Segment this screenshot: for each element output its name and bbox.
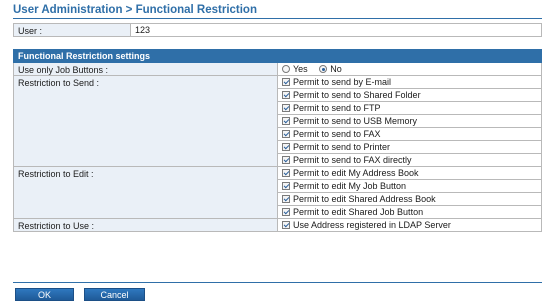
permit-send-printer-label: Permit to send to Printer [293, 142, 391, 152]
use-only-job-buttons-row: Use only Job Buttons : Yes No [13, 62, 542, 76]
restriction-to-send-label: Restriction to Send : [13, 75, 278, 167]
permit-edit-my-address-book-checkbox[interactable] [282, 169, 290, 177]
permit-edit-shared-address-book-label: Permit to edit Shared Address Book [293, 194, 436, 204]
settings-header: Functional Restriction settings [13, 49, 542, 63]
permit-edit-shared-job-button-checkbox[interactable] [282, 208, 290, 216]
yes-option[interactable]: Yes [282, 64, 308, 74]
permit-send-fax-direct-checkbox[interactable] [282, 156, 290, 164]
use-only-job-buttons-label: Use only Job Buttons : [13, 62, 278, 76]
permit-send-printer-checkbox[interactable] [282, 143, 290, 151]
permit-send-email-checkbox[interactable] [282, 78, 290, 86]
permit-send-shared-folder-checkbox[interactable] [282, 91, 290, 99]
permit-send-email-option[interactable]: Permit to send by E-mail [277, 75, 542, 89]
permit-send-ftp-checkbox[interactable] [282, 104, 290, 112]
bottom-divider [13, 282, 542, 283]
use-ldap-address-label: Use Address registered in LDAP Server [293, 220, 451, 230]
cancel-button[interactable]: Cancel [84, 288, 145, 301]
use-only-job-buttons-options: Yes No [277, 62, 542, 76]
ok-button[interactable]: OK [15, 288, 74, 301]
permit-send-fax-label: Permit to send to FAX [293, 129, 381, 139]
permit-send-usb-checkbox[interactable] [282, 117, 290, 125]
permit-edit-my-job-button-checkbox[interactable] [282, 182, 290, 190]
user-table: User : 123 [13, 23, 542, 37]
permit-send-ftp-option[interactable]: Permit to send to FTP [277, 101, 542, 115]
title-divider [13, 18, 542, 19]
permit-send-usb-label: Permit to send to USB Memory [293, 116, 418, 126]
permit-send-fax-direct-label: Permit to send to FAX directly [293, 155, 412, 165]
permit-edit-shared-address-book-checkbox[interactable] [282, 195, 290, 203]
edit-row-my-address-book: Restriction to Edit : Permit to edit My … [13, 166, 542, 219]
yes-label: Yes [293, 64, 308, 74]
restriction-to-edit-label: Restriction to Edit : [13, 166, 278, 219]
send-row-email: Restriction to Send : Permit to send by … [13, 75, 542, 167]
no-radio[interactable] [319, 65, 328, 73]
settings-header-row: Functional Restriction settings [13, 49, 542, 63]
user-label: User : [13, 23, 131, 37]
yes-radio[interactable] [282, 65, 290, 73]
permit-edit-shared-job-button-option[interactable]: Permit to edit Shared Job Button [277, 205, 542, 219]
permit-send-shared-folder-label: Permit to send to Shared Folder [293, 90, 421, 100]
permit-edit-my-job-button-option[interactable]: Permit to edit My Job Button [277, 179, 542, 193]
permit-send-shared-folder-option[interactable]: Permit to send to Shared Folder [277, 88, 542, 102]
use-ldap-address-option[interactable]: Use Address registered in LDAP Server [277, 218, 542, 232]
restriction-to-use-label: Restriction to Use : [13, 218, 278, 232]
page-title: User Administration > Functional Restric… [13, 4, 257, 16]
permit-send-printer-option[interactable]: Permit to send to Printer [277, 140, 542, 154]
permit-edit-my-address-book-label: Permit to edit My Address Book [293, 168, 419, 178]
permit-edit-shared-job-button-label: Permit to edit Shared Job Button [293, 207, 424, 217]
permit-send-usb-option[interactable]: Permit to send to USB Memory [277, 114, 542, 128]
functional-restriction-table: Functional Restriction settings Use only… [13, 49, 542, 232]
use-row-ldap: Restriction to Use : Use Address registe… [13, 218, 542, 232]
no-option[interactable]: No [319, 64, 342, 74]
permit-edit-my-address-book-option[interactable]: Permit to edit My Address Book [277, 166, 542, 180]
user-row: User : 123 [13, 23, 542, 37]
use-ldap-address-checkbox[interactable] [282, 221, 290, 229]
permit-edit-shared-address-book-option[interactable]: Permit to edit Shared Address Book [277, 192, 542, 206]
permit-edit-my-job-button-label: Permit to edit My Job Button [293, 181, 407, 191]
permit-send-ftp-label: Permit to send to FTP [293, 103, 381, 113]
permit-send-fax-direct-option[interactable]: Permit to send to FAX directly [277, 153, 542, 167]
no-label: No [330, 64, 342, 74]
permit-send-email-label: Permit to send by E-mail [293, 77, 392, 87]
permit-send-fax-checkbox[interactable] [282, 130, 290, 138]
permit-send-fax-option[interactable]: Permit to send to FAX [277, 127, 542, 141]
user-value: 123 [130, 23, 542, 37]
